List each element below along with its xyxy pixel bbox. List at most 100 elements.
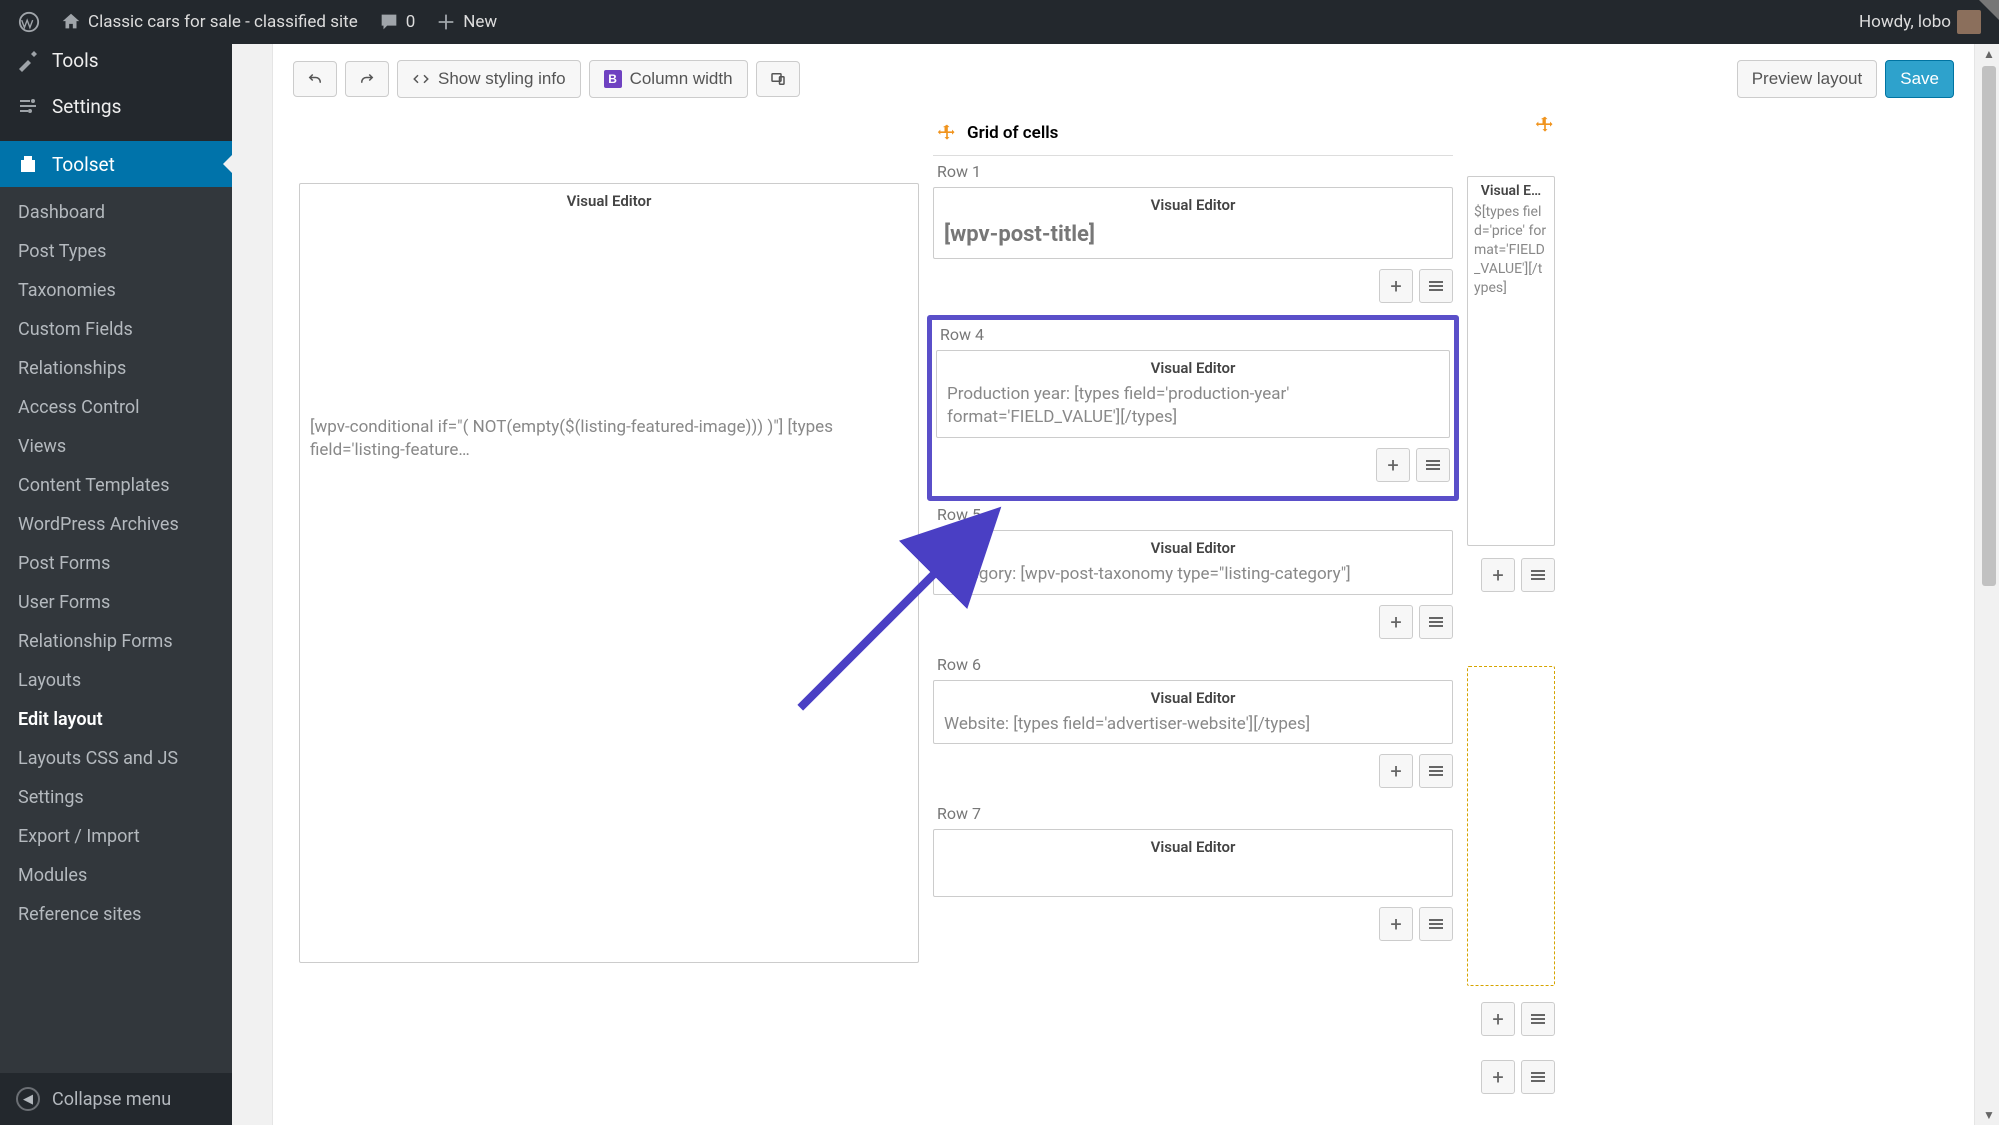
row-menu-button[interactable] [1419, 269, 1453, 303]
submenu-layouts-css-js[interactable]: Layouts CSS and JS [0, 739, 232, 778]
submenu-edit-layout[interactable]: Edit layout [0, 700, 232, 739]
home-icon [60, 11, 82, 33]
move-icon[interactable] [1535, 115, 1555, 135]
cell-content: $[types field='price' format='FIELD_VALU… [1474, 203, 1548, 297]
submenu-content-templates[interactable]: Content Templates [0, 466, 232, 505]
visual-editor-cell[interactable]: Visual Editor [933, 829, 1453, 897]
submenu-dashboard[interactable]: Dashboard [0, 193, 232, 232]
layout-grid: Visual Editor [wpv-conditional if="( NOT… [273, 109, 1974, 1106]
add-cell-button[interactable]: + [1379, 605, 1413, 639]
row-actions: + [933, 748, 1453, 800]
grid-column-mid: Grid of cells Row 1 Visual Editor [wpv-p… [933, 115, 1453, 1106]
add-cell-button[interactable]: + [1481, 1060, 1515, 1094]
submenu-relationship-forms[interactable]: Relationship Forms [0, 622, 232, 661]
add-cell-button[interactable]: + [1379, 907, 1413, 941]
column-width-button[interactable]: BColumn width [589, 60, 748, 98]
undo-button[interactable] [293, 61, 337, 97]
undo-icon [306, 70, 324, 88]
submenu-settings[interactable]: Settings [0, 778, 232, 817]
vertical-scrollbar[interactable]: ▲ ▼ [1979, 44, 1999, 1125]
expand-corner [1979, 0, 1999, 20]
visual-editor-cell[interactable]: Visual Editor Website: [types field='adv… [933, 680, 1453, 745]
empty-cell-placeholder[interactable] [1467, 666, 1555, 986]
admin-bar: Classic cars for sale - classified site … [0, 0, 1999, 44]
save-button[interactable]: Save [1885, 60, 1954, 98]
site-title: Classic cars for sale - classified site [88, 12, 358, 32]
add-cell-button[interactable]: + [1481, 558, 1515, 592]
new-link[interactable]: New [425, 0, 507, 44]
visual-editor-cell[interactable]: Visual Editor Production year: [types fi… [936, 350, 1450, 438]
sliders-icon [16, 94, 40, 118]
row-actions: + [936, 442, 1450, 494]
preview-button[interactable]: Preview layout [1737, 60, 1878, 98]
move-icon[interactable] [937, 123, 957, 143]
show-styling-label: Show styling info [438, 69, 566, 89]
submenu-taxonomies[interactable]: Taxonomies [0, 271, 232, 310]
redo-button[interactable] [345, 61, 389, 97]
scroll-up-icon[interactable]: ▲ [1979, 44, 1999, 64]
row-label: Row 6 [933, 651, 1453, 680]
submenu-access-control[interactable]: Access Control [0, 388, 232, 427]
sidebar-toolset[interactable]: Toolset [0, 141, 232, 187]
grid-header-label: Grid of cells [967, 123, 1058, 143]
toolset-icon [16, 152, 40, 176]
row-menu-button[interactable] [1419, 754, 1453, 788]
comments-link[interactable]: 0 [368, 0, 426, 44]
menu-icon [1531, 1012, 1545, 1026]
plus-icon: + [1492, 1009, 1503, 1029]
row-actions: + [933, 263, 1453, 315]
row-menu-button[interactable] [1521, 1060, 1555, 1094]
submenu-relationships[interactable]: Relationships [0, 349, 232, 388]
show-styling-button[interactable]: Show styling info [397, 60, 581, 98]
visual-editor-cell[interactable]: Visual Editor [wpv-post-title] [933, 187, 1453, 259]
submenu-custom-fields[interactable]: Custom Fields [0, 310, 232, 349]
add-cell-button[interactable]: + [1481, 1002, 1515, 1036]
cell-label: Visual Editor [944, 838, 1442, 856]
submenu-post-types[interactable]: Post Types [0, 232, 232, 271]
menu-icon [1531, 1070, 1545, 1084]
add-cell-button[interactable]: + [1379, 269, 1413, 303]
submenu-user-forms[interactable]: User Forms [0, 583, 232, 622]
collapse-menu[interactable]: ◀ Collapse menu [0, 1073, 232, 1125]
cell-label: Visual E… [1474, 183, 1548, 199]
site-link[interactable]: Classic cars for sale - classified site [50, 0, 368, 44]
plus-icon: + [1390, 276, 1401, 296]
wp-logo[interactable] [8, 0, 50, 44]
row-label: Row 1 [933, 158, 1453, 187]
highlighted-row: Row 4 Visual Editor Production year: [ty… [927, 315, 1459, 501]
scroll-thumb[interactable] [1982, 66, 1996, 586]
row-menu-button[interactable] [1416, 448, 1450, 482]
submenu-wp-archives[interactable]: WordPress Archives [0, 505, 232, 544]
column-width-label: Column width [630, 69, 733, 89]
sidebar-tools[interactable]: Tools [0, 44, 232, 83]
visual-editor-cell[interactable]: Visual Editor Category: [wpv-post-taxono… [933, 530, 1453, 595]
cell-content: [wpv-conditional if="( NOT(empty($(listi… [310, 416, 908, 462]
responsive-button[interactable] [756, 61, 800, 97]
devices-icon [769, 70, 787, 88]
editor-toolbar: Show styling info BColumn width Preview … [273, 44, 1974, 109]
submenu-export-import[interactable]: Export / Import [0, 817, 232, 856]
plus-icon [435, 11, 457, 33]
visual-editor-cell[interactable]: Visual Editor [wpv-conditional if="( NOT… [299, 183, 919, 963]
row-menu-button[interactable] [1521, 558, 1555, 592]
add-cell-button[interactable]: + [1379, 754, 1413, 788]
submenu-post-forms[interactable]: Post Forms [0, 544, 232, 583]
editor-canvas: Show styling info BColumn width Preview … [272, 44, 1975, 1125]
row-actions: + [1467, 996, 1555, 1048]
plus-icon: + [1387, 455, 1398, 475]
row-menu-button[interactable] [1419, 907, 1453, 941]
menu-icon [1429, 917, 1443, 931]
row-actions: + [1467, 1058, 1555, 1106]
row-menu-button[interactable] [1419, 605, 1453, 639]
sidebar-settings[interactable]: Settings [0, 83, 232, 129]
visual-editor-cell[interactable]: Visual E… $[types field='price' format='… [1467, 176, 1555, 546]
submenu-reference-sites[interactable]: Reference sites [0, 895, 232, 934]
submenu-modules[interactable]: Modules [0, 856, 232, 895]
user-menu[interactable]: Howdy, lobo [1849, 0, 1991, 44]
row-menu-button[interactable] [1521, 1002, 1555, 1036]
scroll-down-icon[interactable]: ▼ [1979, 1105, 1999, 1125]
submenu-layouts[interactable]: Layouts [0, 661, 232, 700]
redo-icon [358, 70, 376, 88]
add-cell-button[interactable]: + [1376, 448, 1410, 482]
submenu-views[interactable]: Views [0, 427, 232, 466]
